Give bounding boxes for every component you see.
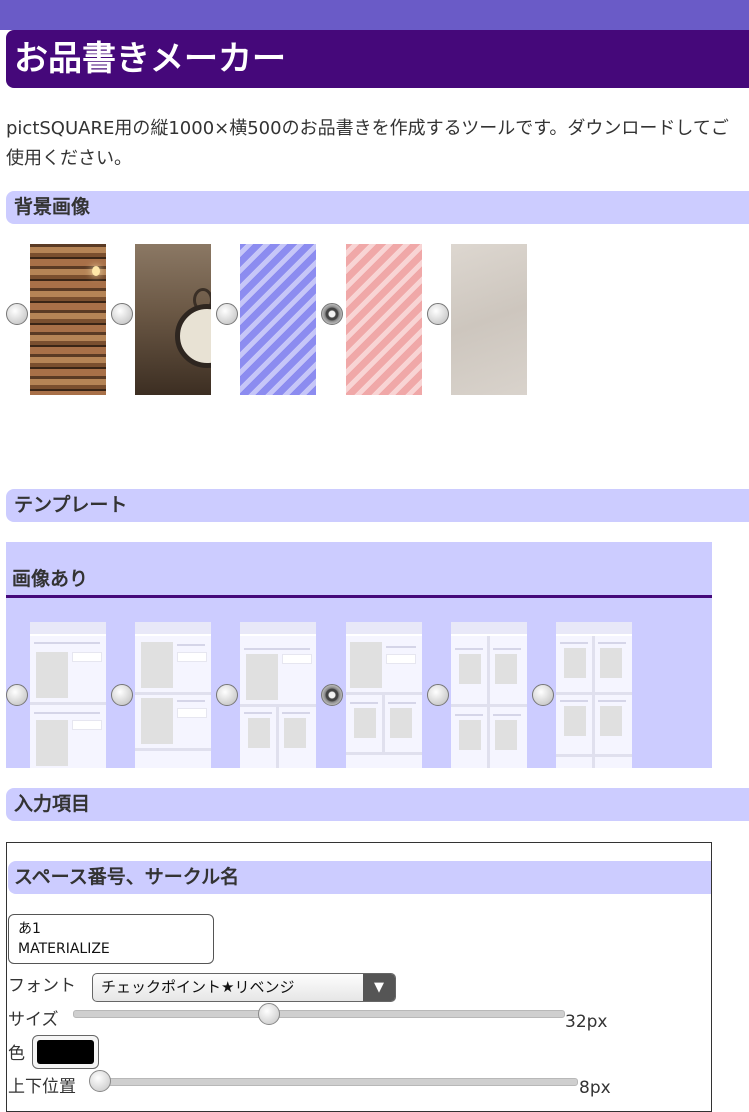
color-label: 色 (8, 1044, 25, 1064)
template-thumb-6[interactable] (556, 622, 632, 768)
vertical-position-slider-track[interactable] (92, 1078, 578, 1086)
template-thumb-5[interactable] (451, 622, 527, 768)
space-circle-heading: スペース番号、サークル名 (8, 861, 711, 894)
background-radio-pink-stripes[interactable] (321, 303, 343, 325)
size-label: サイズ (8, 1010, 59, 1030)
font-select-value: チェックポイント★リベンジ (101, 978, 295, 996)
template-radio-1[interactable] (6, 684, 28, 706)
template-section-heading: テンプレート (6, 489, 749, 522)
font-label: フォント (8, 976, 76, 996)
background-radio-pocket-watch[interactable] (111, 303, 133, 325)
template-radio-3[interactable] (216, 684, 238, 706)
size-slider-track[interactable] (73, 1010, 565, 1018)
font-select[interactable]: チェックポイント★リベンジ ▼ (92, 973, 396, 1002)
template-radio-5[interactable] (427, 684, 449, 706)
size-value: 32px (565, 1012, 608, 1032)
top-bar (0, 0, 749, 30)
template-thumb-2[interactable] (135, 622, 211, 768)
background-thumb-pink-stripes[interactable] (346, 244, 422, 395)
intro-text: pictSQUARE用の縦1000×横500のお品書きを作成するツールです。ダウ… (6, 118, 729, 169)
template-radio-6[interactable] (532, 684, 554, 706)
background-thumb-pocket-watch[interactable] (135, 244, 211, 395)
template-thumb-1[interactable] (30, 622, 106, 768)
chevron-down-icon: ▼ (363, 974, 395, 1001)
background-radio-bookshelf[interactable] (6, 303, 28, 325)
template-thumb-3[interactable] (240, 622, 316, 768)
lamp-icon (92, 266, 100, 276)
background-radio-beige-paper[interactable] (427, 303, 449, 325)
vertical-position-slider-thumb[interactable] (89, 1070, 111, 1092)
size-slider-thumb[interactable] (258, 1003, 280, 1025)
input-section-heading: 入力項目 (6, 788, 749, 821)
vertical-position-value: 8px (579, 1078, 611, 1098)
background-thumb-bookshelf[interactable] (30, 244, 106, 395)
background-radio-blue-stripes[interactable] (216, 303, 238, 325)
template-subheading: 画像あり (6, 556, 712, 598)
page-title: お品書きメーカー (6, 30, 749, 88)
color-picker[interactable] (32, 1035, 99, 1069)
background-section-heading: 背景画像 (6, 191, 749, 224)
template-radio-4[interactable] (321, 684, 343, 706)
template-thumb-4[interactable] (346, 622, 422, 768)
space-circle-textarea[interactable]: あ1 MATERIALIZE (8, 914, 214, 964)
pocket-watch-icon (175, 304, 211, 368)
template-radio-2[interactable] (111, 684, 133, 706)
color-swatch (37, 1040, 94, 1064)
vertical-position-label: 上下位置 (8, 1077, 76, 1097)
background-thumb-beige-paper[interactable] (451, 244, 527, 395)
background-thumb-blue-stripes[interactable] (240, 244, 316, 395)
